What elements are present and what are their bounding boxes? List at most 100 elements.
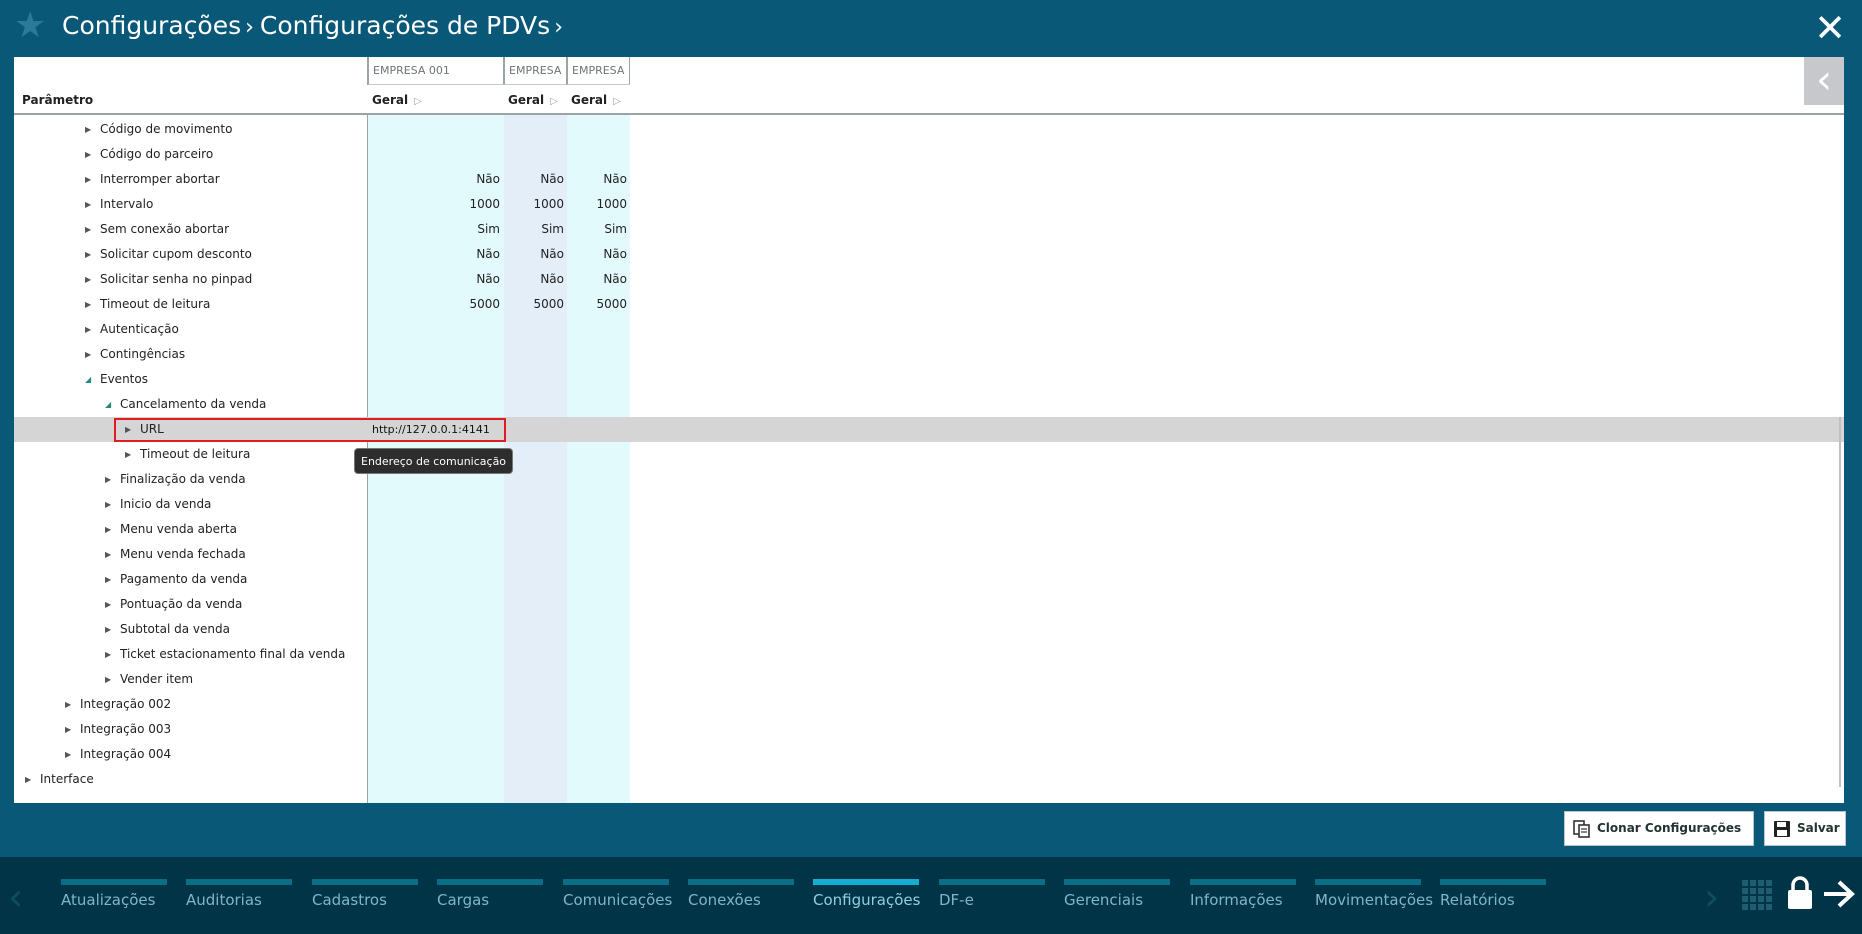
breadcrumb-item-configuracoes[interactable]: Configurações (62, 11, 241, 40)
table-row[interactable]: ▶ Integração 003 (14, 717, 1844, 742)
cell-value[interactable]: 1000 (567, 192, 627, 217)
nav-next-icon[interactable]: › (1704, 877, 1719, 917)
cell-value[interactable]: Não (368, 267, 500, 292)
table-row[interactable]: ▶ Finalização da venda (14, 467, 1844, 492)
nav-item-2[interactable]: Auditorias (186, 879, 292, 909)
breadcrumb-item-configuracoes-pdvs[interactable]: Configurações de PDVs (260, 11, 550, 40)
expand-arrow-icon[interactable]: ▶ (85, 292, 91, 317)
cell-value[interactable]: Sim (567, 217, 627, 242)
table-row[interactable]: ▶ Inicio da venda (14, 492, 1844, 517)
collapse-arrow-icon[interactable]: ◢ (105, 392, 111, 417)
grid-menu-icon[interactable] (1741, 879, 1773, 911)
cell-value[interactable]: Não (567, 242, 627, 267)
table-row[interactable]: ▶ Código do parceiro (14, 142, 1844, 167)
table-row[interactable]: ▶ Interface (14, 767, 1844, 792)
cell-value[interactable]: 1000 (368, 192, 500, 217)
expand-arrow-icon[interactable]: ▶ (105, 642, 111, 667)
expand-arrow-icon[interactable]: ▶ (65, 717, 71, 742)
expand-arrow-icon[interactable]: ▶ (65, 742, 71, 767)
table-row[interactable]: ▶ Pontuação da venda (14, 592, 1844, 617)
expand-arrow-icon[interactable]: ▶ (85, 217, 91, 242)
cell-value[interactable]: 1000 (504, 192, 564, 217)
save-button[interactable]: Salvar (1764, 811, 1846, 846)
expand-arrow-icon[interactable]: ▶ (105, 667, 111, 692)
cell-value[interactable]: Sim (368, 217, 500, 242)
cell-value[interactable]: Não (567, 267, 627, 292)
cell-value[interactable]: Não (504, 267, 564, 292)
expand-arrow-icon[interactable]: ▶ (65, 692, 71, 717)
lock-icon[interactable] (1785, 875, 1815, 911)
table-row[interactable]: ▶ Timeout de leitura (14, 442, 1844, 467)
cell-value[interactable]: 5000 (504, 292, 564, 317)
expand-arrow-icon[interactable]: ▶ (105, 567, 111, 592)
table-row[interactable]: ▶ Menu venda aberta (14, 517, 1844, 542)
table-row[interactable]: ◢ Eventos (14, 367, 1844, 392)
expand-arrow-icon[interactable]: ▶ (85, 117, 91, 142)
table-row[interactable]: ▶ Intervalo 1000 1000 1000 (14, 192, 1844, 217)
cell-value[interactable]: Não (368, 167, 500, 192)
nav-item-1[interactable]: Atualizações (61, 879, 167, 909)
table-row[interactable]: ▶ Pagamento da venda (14, 567, 1844, 592)
nav-item-7[interactable]: Configurações (813, 879, 920, 909)
nav-item-3[interactable]: Cadastros (312, 879, 418, 909)
nav-item-12[interactable]: Relatórios (1440, 879, 1546, 909)
table-row[interactable]: ▶ Ticket estacionamento final da venda (14, 642, 1844, 667)
star-icon[interactable]: ★ (14, 6, 46, 46)
expand-arrow-icon[interactable]: ▶ (105, 467, 111, 492)
expand-arrow-icon[interactable]: ▶ (85, 167, 91, 192)
expand-arrow-icon[interactable]: ▶ (105, 592, 111, 617)
nav-item-6[interactable]: Conexões (688, 879, 794, 909)
table-row[interactable]: ▶ Solicitar senha no pinpad Não Não Não (14, 267, 1844, 292)
nav-prev-icon[interactable]: ‹ (8, 877, 23, 917)
nav-item-5[interactable]: Comunicações (563, 879, 672, 909)
table-row[interactable]: ◢ Cancelamento da venda (14, 392, 1844, 417)
expand-arrow-icon[interactable]: ▶ (85, 192, 91, 217)
collapse-panel-button[interactable]: ‹ (1804, 57, 1844, 105)
expand-arrow-icon[interactable]: ▶ (85, 267, 91, 292)
table-row[interactable]: ▶ Interromper abortar Não Não Não (14, 167, 1844, 192)
expand-arrow-icon[interactable]: ▶ (105, 492, 111, 517)
expand-arrow-icon[interactable]: ▶ (25, 767, 31, 792)
table-row[interactable]: ▶ Sem conexão abortar Sim Sim Sim (14, 217, 1844, 242)
cell-value[interactable]: Não (504, 242, 564, 267)
nav-item-11[interactable]: Movimentações (1315, 879, 1433, 909)
nav-item-10[interactable]: Informações (1190, 879, 1296, 909)
geral-header-1[interactable]: Geral ▷ (372, 85, 422, 117)
expand-arrow-icon[interactable]: ▶ (85, 242, 91, 267)
chevron-right-icon[interactable]: › (554, 12, 563, 44)
expand-arrow-icon[interactable]: ▶ (85, 342, 91, 367)
cell-value[interactable]: Sim (504, 217, 564, 242)
table-row[interactable]: ▶ Contingências (14, 342, 1844, 367)
geral-header-2[interactable]: Geral ▷ (508, 85, 558, 117)
close-icon[interactable]: ✕ (1812, 8, 1848, 48)
table-row[interactable]: ▶ Timeout de leitura 5000 5000 5000 (14, 292, 1844, 317)
table-row[interactable]: ▶ Código de movimento (14, 117, 1844, 142)
table-row[interactable]: ▶ Vender item (14, 667, 1844, 692)
nav-item-8[interactable]: DF-e (939, 879, 1045, 909)
nav-item-4[interactable]: Cargas (437, 879, 543, 909)
scrollbar[interactable] (1834, 117, 1844, 803)
expand-arrow-icon[interactable]: ▶ (125, 442, 131, 467)
cell-value[interactable]: Não (368, 242, 500, 267)
clone-configurations-button[interactable]: Clonar Configurações (1564, 811, 1754, 846)
expand-arrow-icon[interactable]: ▶ (105, 517, 111, 542)
expand-arrow-icon[interactable]: ▶ (85, 317, 91, 342)
scrollbar-thumb[interactable] (1839, 417, 1841, 787)
cell-value[interactable]: Não (504, 167, 564, 192)
collapse-arrow-icon[interactable]: ◢ (85, 367, 91, 392)
table-row[interactable]: ▶ Solicitar cupom desconto Não Não Não (14, 242, 1844, 267)
table-row[interactable]: ▶ Menu venda fechada (14, 542, 1844, 567)
expand-arrow-icon[interactable]: ▶ (85, 142, 91, 167)
table-row[interactable]: ▶ Integração 004 (14, 742, 1844, 767)
expand-arrow-icon[interactable]: ▶ (105, 617, 111, 642)
cell-value[interactable]: 5000 (567, 292, 627, 317)
logout-arrow-icon[interactable] (1822, 879, 1856, 909)
geral-header-3[interactable]: Geral ▷ (571, 85, 621, 117)
cell-value[interactable]: Não (567, 167, 627, 192)
table-row[interactable]: ▶ Integração 002 (14, 692, 1844, 717)
cell-value[interactable]: 5000 (368, 292, 500, 317)
table-row[interactable]: ▶ Subtotal da venda (14, 617, 1844, 642)
table-row[interactable]: ▶ Autenticação (14, 317, 1844, 342)
nav-item-9[interactable]: Gerenciais (1064, 879, 1170, 909)
expand-arrow-icon[interactable]: ▶ (105, 542, 111, 567)
